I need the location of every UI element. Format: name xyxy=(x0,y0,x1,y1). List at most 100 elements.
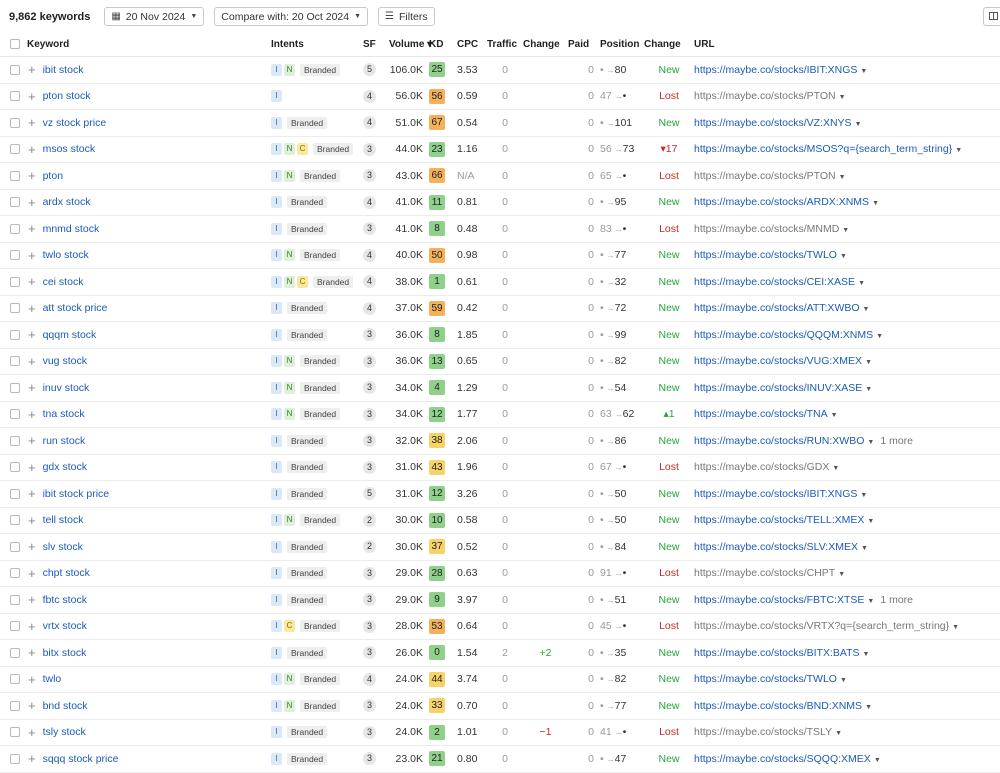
url-link[interactable]: https://maybe.co/stocks/MNMD ▼ xyxy=(694,223,849,235)
serp-features-badge[interactable]: 2 xyxy=(363,513,376,527)
url-link[interactable]: https://maybe.co/stocks/IBIT:XNGS ▼ xyxy=(694,488,867,500)
add-icon[interactable]: + xyxy=(28,354,36,369)
url-link[interactable]: https://maybe.co/stocks/TWLO ▼ xyxy=(694,673,847,685)
chevron-down-icon[interactable]: ▼ xyxy=(840,677,847,684)
add-icon[interactable]: + xyxy=(28,195,36,210)
serp-features-badge[interactable]: 2 xyxy=(363,540,376,554)
url-link[interactable]: https://maybe.co/stocks/QQQM:XNMS ▼ xyxy=(694,329,883,341)
row-checkbox[interactable] xyxy=(10,515,20,526)
url-link[interactable]: https://maybe.co/stocks/ATT:XWBO ▼ xyxy=(694,302,869,314)
row-checkbox[interactable] xyxy=(10,303,20,314)
url-link[interactable]: https://maybe.co/stocks/TSLY ▼ xyxy=(694,726,842,738)
date-picker-button[interactable]: ▦ 20 Nov 2024 ▼ xyxy=(104,7,205,26)
more-urls-link[interactable]: 1 more xyxy=(880,435,913,447)
serp-features-badge[interactable]: 4 xyxy=(363,116,376,130)
keyword-link[interactable]: twlo xyxy=(43,673,62,685)
serp-features-badge[interactable]: 3 xyxy=(363,593,376,607)
chevron-down-icon[interactable]: ▼ xyxy=(867,598,874,605)
chevron-down-icon[interactable]: ▼ xyxy=(955,147,962,154)
keyword-link[interactable]: cei stock xyxy=(43,276,84,288)
row-checkbox[interactable] xyxy=(10,144,20,155)
keyword-link[interactable]: vz stock price xyxy=(43,117,107,129)
more-urls-link[interactable]: 1 more xyxy=(880,594,913,606)
row-checkbox[interactable] xyxy=(10,753,20,764)
chevron-down-icon[interactable]: ▼ xyxy=(835,730,842,737)
row-checkbox[interactable] xyxy=(10,727,20,738)
url-link[interactable]: https://maybe.co/stocks/VRTX?q={search_t… xyxy=(694,620,959,632)
row-checkbox[interactable] xyxy=(10,356,20,367)
add-icon[interactable]: + xyxy=(28,327,36,342)
row-checkbox[interactable] xyxy=(10,647,20,658)
row-checkbox[interactable] xyxy=(10,250,20,261)
row-checkbox[interactable] xyxy=(10,488,20,499)
col-position-change[interactable]: Change xyxy=(644,33,694,57)
keyword-link[interactable]: fbtc stock xyxy=(43,594,87,606)
chevron-down-icon[interactable]: ▼ xyxy=(865,704,872,711)
keyword-link[interactable]: ardx stock xyxy=(43,196,91,208)
row-checkbox[interactable] xyxy=(10,462,20,473)
col-change[interactable]: Change xyxy=(523,33,568,57)
col-url[interactable]: URL xyxy=(694,33,1000,57)
chevron-down-icon[interactable]: ▼ xyxy=(839,94,846,101)
chevron-down-icon[interactable]: ▼ xyxy=(872,200,879,207)
keyword-link[interactable]: slv stock xyxy=(43,541,83,553)
row-checkbox[interactable] xyxy=(10,700,20,711)
add-icon[interactable]: + xyxy=(28,142,36,157)
chevron-down-icon[interactable]: ▼ xyxy=(855,121,862,128)
row-checkbox[interactable] xyxy=(10,117,20,128)
serp-features-badge[interactable]: 3 xyxy=(363,407,376,421)
serp-features-badge[interactable]: 5 xyxy=(363,487,376,501)
chevron-down-icon[interactable]: ▼ xyxy=(867,439,874,446)
row-checkbox[interactable] xyxy=(10,64,20,75)
url-link[interactable]: https://maybe.co/stocks/FBTC:XTSE ▼ xyxy=(694,594,874,606)
col-cpc[interactable]: CPC xyxy=(457,33,487,57)
url-link[interactable]: https://maybe.co/stocks/TELL:XMEX ▼ xyxy=(694,514,874,526)
add-icon[interactable]: + xyxy=(28,566,36,581)
serp-features-badge[interactable]: 4 xyxy=(363,275,376,289)
keyword-link[interactable]: vrtx stock xyxy=(43,620,87,632)
col-traffic[interactable]: Traffic xyxy=(487,33,523,57)
serp-features-badge[interactable]: 3 xyxy=(363,699,376,713)
row-checkbox[interactable] xyxy=(10,435,20,446)
add-icon[interactable]: + xyxy=(28,115,36,130)
add-icon[interactable]: + xyxy=(28,62,36,77)
add-icon[interactable]: + xyxy=(28,645,36,660)
chevron-down-icon[interactable]: ▼ xyxy=(867,518,874,525)
serp-features-badge[interactable]: 4 xyxy=(363,672,376,686)
serp-features-badge[interactable]: 4 xyxy=(363,89,376,103)
url-link[interactable]: https://maybe.co/stocks/PTON ▼ xyxy=(694,170,846,182)
keyword-link[interactable]: ibit stock price xyxy=(43,488,110,500)
chevron-down-icon[interactable]: ▼ xyxy=(863,306,870,313)
serp-features-badge[interactable]: 3 xyxy=(363,169,376,183)
keyword-link[interactable]: run stock xyxy=(43,435,86,447)
serp-features-badge[interactable]: 4 xyxy=(363,195,376,209)
serp-features-badge[interactable]: 3 xyxy=(363,434,376,448)
add-icon[interactable]: + xyxy=(28,751,36,766)
url-link[interactable]: https://maybe.co/stocks/BND:XNMS ▼ xyxy=(694,700,872,712)
chevron-down-icon[interactable]: ▼ xyxy=(860,68,867,75)
select-all-checkbox[interactable] xyxy=(10,39,20,50)
chevron-down-icon[interactable]: ▼ xyxy=(838,571,845,578)
chevron-down-icon[interactable]: ▼ xyxy=(860,492,867,499)
add-icon[interactable]: + xyxy=(28,89,36,104)
add-icon[interactable]: + xyxy=(28,221,36,236)
add-icon[interactable]: + xyxy=(28,513,36,528)
row-checkbox[interactable] xyxy=(10,223,20,234)
url-link[interactable]: https://maybe.co/stocks/SLV:XMEX ▼ xyxy=(694,541,868,553)
keyword-link[interactable]: ibit stock xyxy=(43,64,84,76)
chevron-down-icon[interactable]: ▼ xyxy=(858,280,865,287)
row-checkbox[interactable] xyxy=(10,170,20,181)
chevron-down-icon[interactable]: ▼ xyxy=(863,651,870,658)
add-icon[interactable]: + xyxy=(28,619,36,634)
url-link[interactable]: https://maybe.co/stocks/CHPT ▼ xyxy=(694,567,845,579)
row-checkbox[interactable] xyxy=(10,276,20,287)
chevron-down-icon[interactable]: ▼ xyxy=(952,624,959,631)
keyword-link[interactable]: tell stock xyxy=(43,514,84,526)
url-link[interactable]: https://maybe.co/stocks/MSOS?q={search_t… xyxy=(694,143,962,155)
filters-button[interactable]: ☰ Filters xyxy=(378,7,435,26)
keyword-link[interactable]: inuv stock xyxy=(43,382,90,394)
url-link[interactable]: https://maybe.co/stocks/GDX ▼ xyxy=(694,461,839,473)
col-volume[interactable]: Volume ▾ xyxy=(389,33,432,57)
serp-features-badge[interactable]: 3 xyxy=(363,460,376,474)
keyword-link[interactable]: tsly stock xyxy=(43,726,86,738)
